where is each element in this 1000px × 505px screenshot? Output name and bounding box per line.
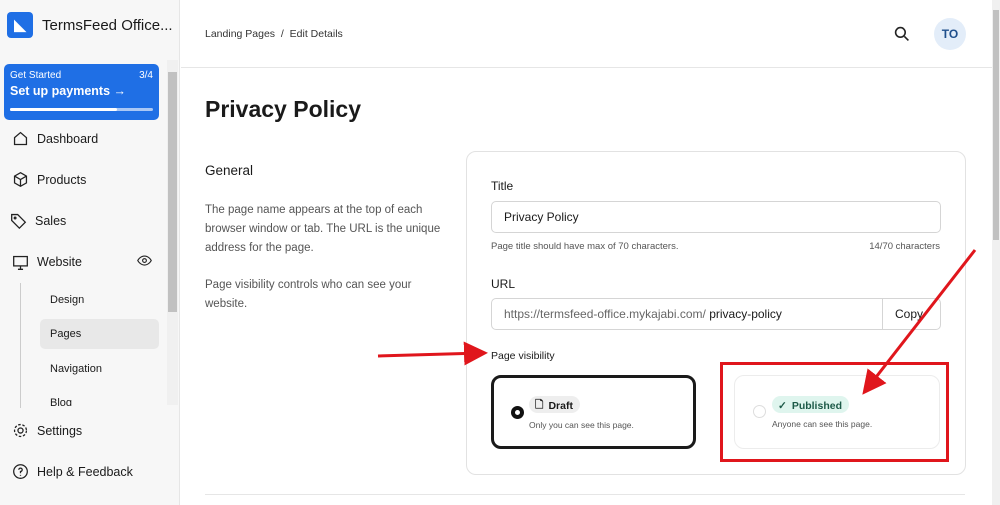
title-count: 14/70 characters (869, 241, 940, 252)
submenu-line (20, 283, 21, 408)
copy-button[interactable]: Copy (882, 299, 940, 329)
draft-badge: 🗋 Draft (529, 396, 580, 413)
eye-icon[interactable] (137, 253, 152, 271)
breadcrumb-current: Edit Details (289, 28, 343, 40)
url-input[interactable]: https://termsfeed-office.mykajabi.com/ p… (491, 298, 941, 330)
page-scrollbar[interactable] (992, 0, 1000, 505)
title-label: Title (491, 179, 514, 193)
tag-icon (11, 213, 27, 229)
url-label: URL (491, 277, 516, 291)
label: Draft (548, 399, 573, 412)
url-prefix: https://termsfeed-office.mykajabi.com/ (504, 307, 706, 321)
get-started-card[interactable]: Get Started 3/4 Set up payments → (4, 64, 159, 120)
site-name[interactable]: TermsFeed Office... (42, 17, 173, 34)
get-started-label: Get Started (10, 70, 62, 81)
sidebar-item-settings[interactable]: Settings (12, 422, 82, 439)
kajabi-logo: ◣ (7, 12, 33, 38)
arrow-right-icon: → (113, 84, 127, 98)
sidebar-sub-design[interactable]: Design (40, 285, 159, 315)
progress-bar (10, 108, 153, 111)
title-input[interactable]: Privacy Policy (491, 201, 941, 233)
section-title: General (205, 163, 254, 178)
box-icon (13, 171, 28, 188)
label: Products (37, 172, 87, 187)
page-title: Privacy Policy (205, 96, 361, 122)
label: Help & Feedback (37, 464, 133, 479)
home-icon (13, 131, 28, 146)
sidebar-item-dashboard[interactable]: Dashboard (12, 130, 98, 147)
label: Settings (37, 423, 83, 438)
sidebar-item-website[interactable]: Website (12, 253, 152, 271)
draft-radio[interactable] (511, 406, 524, 419)
get-started-title: Set up payments (10, 84, 111, 98)
sidebar-sub-blog[interactable]: Blog (40, 388, 159, 406)
sidebar: ◣ TermsFeed Office... Get Started 3/4 Set… (0, 0, 180, 505)
visibility-desc: Page visibility controls who can see you… (205, 279, 412, 310)
sidebar-sub-pages[interactable]: Pages (40, 319, 159, 349)
section-desc: The page name appears at the top of each… (205, 204, 441, 254)
url-slug: privacy-policy (709, 307, 782, 321)
sidebar-sub-navigation[interactable]: Navigation (40, 354, 159, 384)
get-started-step: 3/4 (139, 70, 153, 81)
breadcrumb-landing-pages[interactable]: Landing Pages (205, 28, 275, 40)
annotation-box (720, 362, 949, 462)
header: Landing Pages / Edit Details TO (181, 0, 992, 68)
divider (205, 494, 965, 495)
avatar[interactable]: TO (934, 18, 966, 50)
help-icon (13, 464, 28, 479)
title-hint: Page title should have max of 70 charact… (491, 241, 679, 252)
visibility-label: Page visibility (491, 350, 555, 362)
draft-option[interactable]: 🗋 Draft Only you can see this page. (491, 375, 696, 449)
label: Website (37, 255, 82, 269)
gear-icon (13, 423, 28, 438)
draft-desc: Only you can see this page. (529, 420, 634, 430)
sidebar-item-help[interactable]: Help & Feedback (12, 463, 133, 480)
document-icon: 🗋 (535, 398, 544, 411)
monitor-icon (13, 255, 28, 270)
breadcrumb: Landing Pages / Edit Details (205, 28, 343, 40)
label: Sales (35, 213, 67, 228)
sidebar-item-sales[interactable]: Sales (10, 212, 66, 229)
sidebar-scrollbar[interactable] (167, 60, 178, 405)
label: Dashboard (37, 131, 99, 146)
search-icon[interactable] (894, 26, 910, 42)
separator: / (280, 28, 284, 40)
sidebar-item-products[interactable]: Products (12, 171, 86, 188)
